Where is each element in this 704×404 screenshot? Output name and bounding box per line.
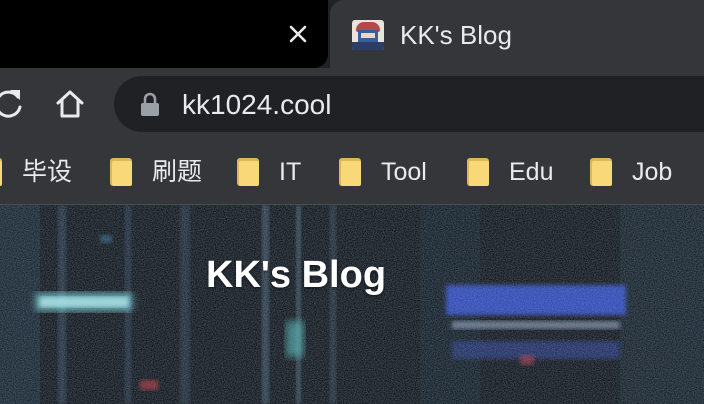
home-icon [56,90,84,118]
bookmarks-bar: 毕设 刷题 IT Tool Edu Job [0,140,704,205]
lock-icon[interactable] [138,92,162,118]
folder-icon [590,158,612,186]
close-icon [289,25,307,43]
folder-icon [237,158,259,186]
hero-banner: KK's Blog [0,205,704,404]
url-text[interactable]: kk1024.cool [182,89,331,121]
home-button[interactable] [50,86,90,122]
folder-icon [339,158,361,186]
site-title[interactable]: KK's Blog [206,255,386,295]
hero-background-image [0,205,704,404]
folder-icon [110,158,132,186]
active-tab[interactable]: KK's Blog [330,0,704,76]
folder-icon [0,158,2,186]
favicon-icon [352,20,384,50]
bookmark-label: IT [279,158,302,186]
bookmark-label: Tool [381,158,427,186]
bookmark-folder[interactable]: IT [237,154,301,190]
browser-toolbar: kk1024.cool [0,68,704,140]
bookmark-label: Job [632,158,673,186]
reload-button[interactable] [0,84,28,124]
tab-title: KK's Blog [400,20,512,50]
reload-icon [0,90,22,118]
address-bar[interactable]: kk1024.cool [114,76,704,132]
bookmark-folder[interactable]: Edu [467,154,553,190]
previous-tab[interactable] [0,0,328,68]
bookmark-label: Edu [509,158,554,186]
bookmark-folder[interactable]: 毕设 [0,154,72,190]
tab-strip: KK's Blog [0,0,704,76]
folder-icon [467,158,489,186]
bookmark-label: 刷题 [152,158,203,186]
bookmark-folder[interactable]: Job [590,154,672,190]
bookmark-label: 毕设 [22,158,73,186]
tab-close-button[interactable] [282,18,314,50]
bookmark-folder[interactable]: 刷题 [110,154,202,190]
bookmark-folder[interactable]: Tool [339,154,427,190]
